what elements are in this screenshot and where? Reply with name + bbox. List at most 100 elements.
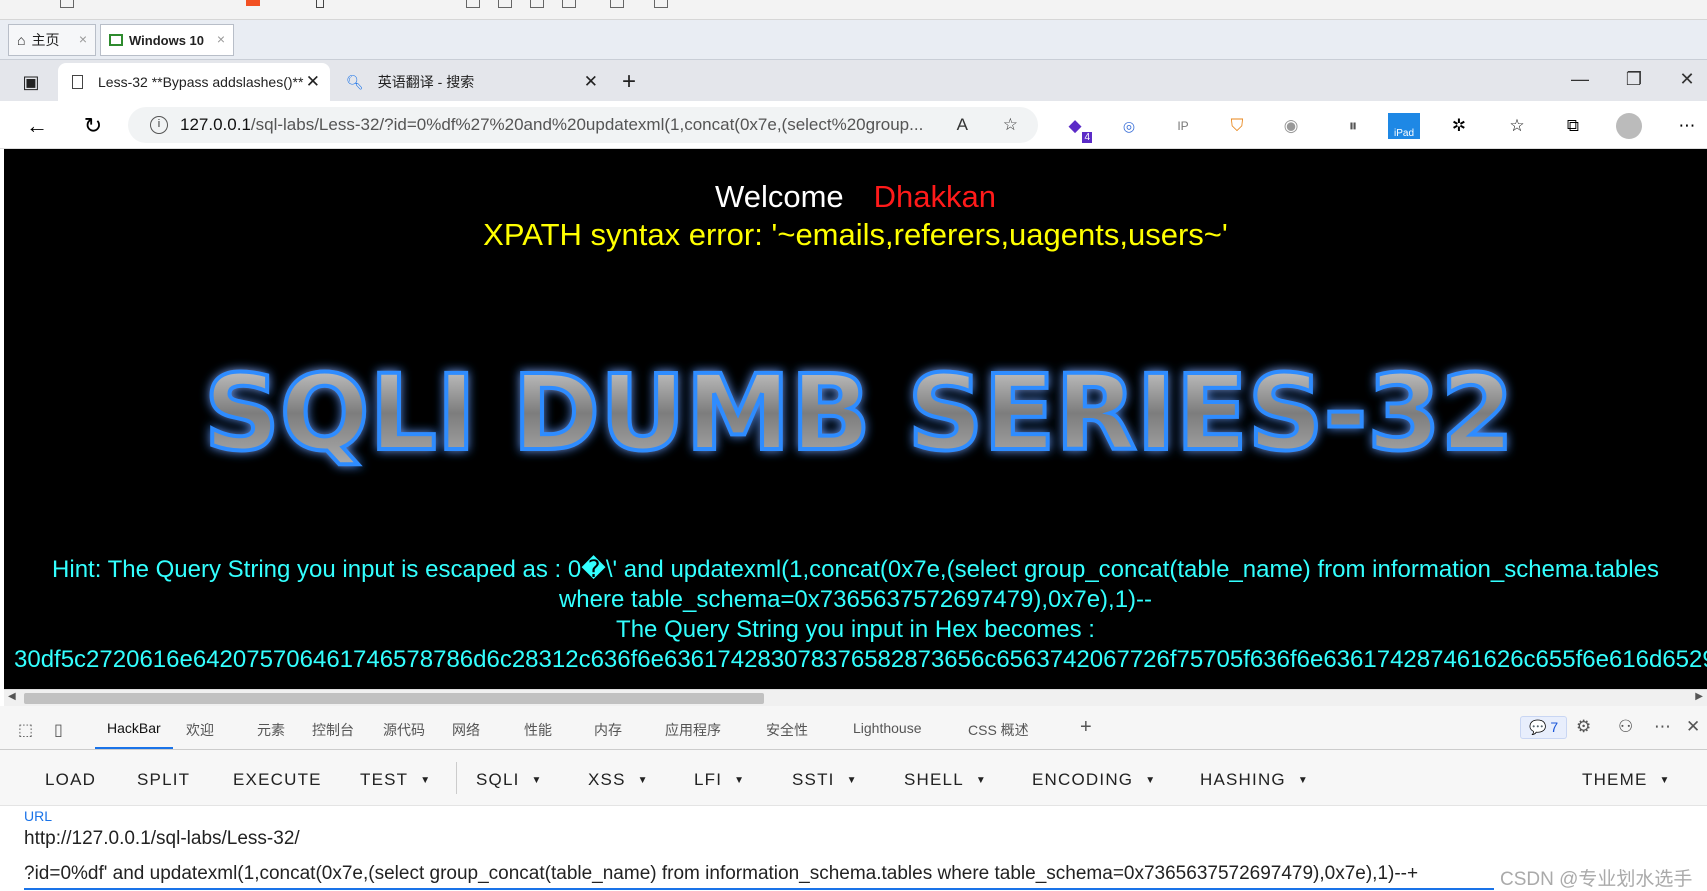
watermark: CSDN @专业划水选手 <box>1500 869 1693 890</box>
close-tab-icon[interactable]: ✕ <box>584 72 598 92</box>
vm-view-icon[interactable] <box>530 0 544 8</box>
close-tab-icon[interactable]: ✕ <box>306 72 320 92</box>
screen: ⌂ 主页 × Windows 10 × ▣ Less-32 **Bypass a… <box>0 0 1707 891</box>
ip-extension-icon[interactable]: IP <box>1170 113 1196 139</box>
chevron-down-icon: ▼ <box>1659 775 1671 787</box>
xss-dropdown[interactable]: XSS ▼ <box>588 770 649 790</box>
scroll-left-icon[interactable]: ◀ <box>8 691 16 702</box>
profile-avatar[interactable] <box>1616 113 1642 139</box>
tab-sources[interactable]: 源代码 <box>383 720 425 740</box>
restore-icon[interactable]: ❐ <box>1614 66 1654 92</box>
new-tab-icon[interactable]: + <box>616 63 642 101</box>
close-icon[interactable]: × <box>217 31 225 47</box>
vm-icon <box>109 34 123 46</box>
tab-hackbar[interactable]: HackBar <box>107 720 161 736</box>
shell-dropdown[interactable]: SHELL ▼ <box>904 770 987 790</box>
minimize-icon[interactable]: — <box>1560 66 1600 92</box>
vm-toolbar <box>0 0 1707 20</box>
tab-network[interactable]: 网络 <box>452 720 480 740</box>
hashing-dropdown[interactable]: HASHING ▼ <box>1200 770 1309 790</box>
read-aloud-icon[interactable]: A <box>957 115 968 135</box>
vm-arrow-icon[interactable] <box>316 0 324 8</box>
extensions-puzzle-icon[interactable]: ✲ <box>1446 113 1472 139</box>
tab-css-overview[interactable]: CSS 概述 <box>968 720 1029 740</box>
url-value-line2[interactable]: ?id=0%df' and updatexml(1,concat(0x7e,(s… <box>24 863 1418 885</box>
back-icon[interactable]: ← <box>24 113 50 139</box>
scrollbar-thumb[interactable] <box>24 693 764 704</box>
tab-actions-icon[interactable]: ▣ <box>14 63 48 101</box>
ipad-extension-icon[interactable]: iPad <box>1388 113 1420 139</box>
favorites-icon[interactable]: ☆ <box>1504 113 1530 139</box>
close-icon[interactable]: × <box>79 31 87 47</box>
banner-image: SQLI DUMB SERIES-32 <box>202 350 1516 476</box>
banner-text: SQLI DUMB SERIES-32 <box>204 352 1514 474</box>
url-value-line1[interactable]: http://127.0.0.1/sql-labs/Less-32/ <box>24 828 300 850</box>
extension-a-icon[interactable]: ◆ 4 <box>1062 113 1092 143</box>
url-field[interactable]: URL http://127.0.0.1/sql-labs/Less-32/ ?… <box>0 806 1707 891</box>
vm-console-icon[interactable] <box>654 0 668 8</box>
refresh-icon[interactable]: ↻ <box>80 113 106 139</box>
tab-security[interactable]: 安全性 <box>766 720 808 740</box>
page-content: Welcome Dhakkan XPATH syntax error: '~ema… <box>4 149 1707 689</box>
inspect-icon[interactable]: ⬚ <box>18 720 33 740</box>
tab-performance[interactable]: 性能 <box>524 720 552 740</box>
vm-view-icon[interactable] <box>498 0 512 8</box>
tab-memory[interactable]: 内存 <box>594 720 622 740</box>
tab-console[interactable]: 控制台 <box>312 720 354 740</box>
pause-extension-icon[interactable]: ⏸ <box>1340 113 1366 139</box>
search-icon: 🔍︎ <box>346 73 364 90</box>
collections-icon[interactable]: ⧉ <box>1560 113 1586 139</box>
vm-view-icon[interactable] <box>466 0 480 8</box>
execute-button[interactable]: EXECUTE <box>233 770 322 790</box>
chevron-down-icon: ▼ <box>734 775 746 787</box>
eye-extension-icon[interactable]: ◎ <box>1116 113 1142 139</box>
add-panel-icon[interactable]: + <box>1080 716 1092 739</box>
ssti-dropdown[interactable]: SSTI ▼ <box>792 770 858 790</box>
sqli-dropdown[interactable]: SQLI ▼ <box>476 770 543 790</box>
close-window-icon[interactable]: ✕ <box>1667 66 1707 92</box>
browser-tab-active[interactable]: Less-32 **Bypass addslashes()** ✕ <box>58 63 330 101</box>
page-icon <box>72 75 83 89</box>
theme-dropdown[interactable]: THEME ▼ <box>1582 770 1671 790</box>
address-bar[interactable]: i 127.0.0.1 /sql-labs/Less-32/?id=0%df%2… <box>128 107 1038 143</box>
vm-color-icon[interactable] <box>246 0 260 6</box>
test-dropdown[interactable]: TEST ▼ <box>360 770 431 790</box>
load-button[interactable]: LOAD <box>45 770 96 790</box>
close-devtools-icon[interactable]: ✕ <box>1686 717 1700 737</box>
tab-welcome[interactable]: 欢迎 <box>186 720 214 740</box>
settings-gear-icon[interactable]: ⚙ <box>1576 717 1591 737</box>
tab-lighthouse[interactable]: Lighthouse <box>853 720 922 736</box>
xpath-error: XPATH syntax error: '~emails,referers,ua… <box>483 217 1228 252</box>
vm-view-icon[interactable] <box>562 0 576 8</box>
circle-extension-icon[interactable]: ◉ <box>1278 113 1304 139</box>
user-feedback-icon[interactable]: ⚇ <box>1618 717 1633 737</box>
tab-application[interactable]: 应用程序 <box>665 720 721 740</box>
device-emulation-icon[interactable]: ▯ <box>54 720 63 740</box>
chevron-down-icon: ▼ <box>1297 775 1309 787</box>
more-menu-icon[interactable]: ⋯ <box>1674 113 1700 139</box>
encoding-dropdown[interactable]: ENCODING ▼ <box>1032 770 1156 790</box>
split-button[interactable]: SPLIT <box>137 770 190 790</box>
scroll-right-icon[interactable]: ▶ <box>1695 691 1703 702</box>
chevron-down-icon: ▼ <box>420 775 432 787</box>
horizontal-scrollbar[interactable]: ◀ ▶ <box>4 689 1707 706</box>
vm-tab-strip: ⌂ 主页 × Windows 10 × <box>0 20 1707 60</box>
hackbar-toolbar: LOAD SPLIT EXECUTE TEST ▼ SQLI ▼ XSS ▼ LFI ▼… <box>0 750 1707 806</box>
active-tab-indicator <box>95 747 173 749</box>
vm-tab-windows10[interactable]: Windows 10 × <box>100 24 234 56</box>
vm-fullscreen-icon[interactable] <box>610 0 624 8</box>
chevron-down-icon: ▼ <box>975 775 987 787</box>
more-options-icon[interactable]: ⋯ <box>1654 717 1671 737</box>
vm-tool-icon[interactable] <box>60 0 74 8</box>
lfi-dropdown[interactable]: LFI ▼ <box>694 770 745 790</box>
browser-tab-search[interactable]: 🔍︎ 英语翻译 - 搜索 ✕ <box>336 63 608 101</box>
shield-extension-icon[interactable]: ⛉ <box>1224 113 1250 139</box>
issues-badge[interactable]: 💬 7 <box>1520 716 1568 739</box>
hex-string: 30df5c2720616e642075706461746578786d6c28… <box>14 646 1707 673</box>
url-label: URL <box>24 808 53 824</box>
hint-text: Hint: The Query String you input is esca… <box>52 556 1659 643</box>
tab-elements[interactable]: 元素 <box>257 720 285 740</box>
vm-tab-home[interactable]: ⌂ 主页 × <box>8 24 96 56</box>
devtools-tabbar: ⬚ ▯ HackBar 欢迎 元素 控制台 源代码 网络 性能 内存 应用程序 … <box>0 706 1707 750</box>
favorite-add-icon[interactable]: ☆ <box>1003 115 1018 135</box>
